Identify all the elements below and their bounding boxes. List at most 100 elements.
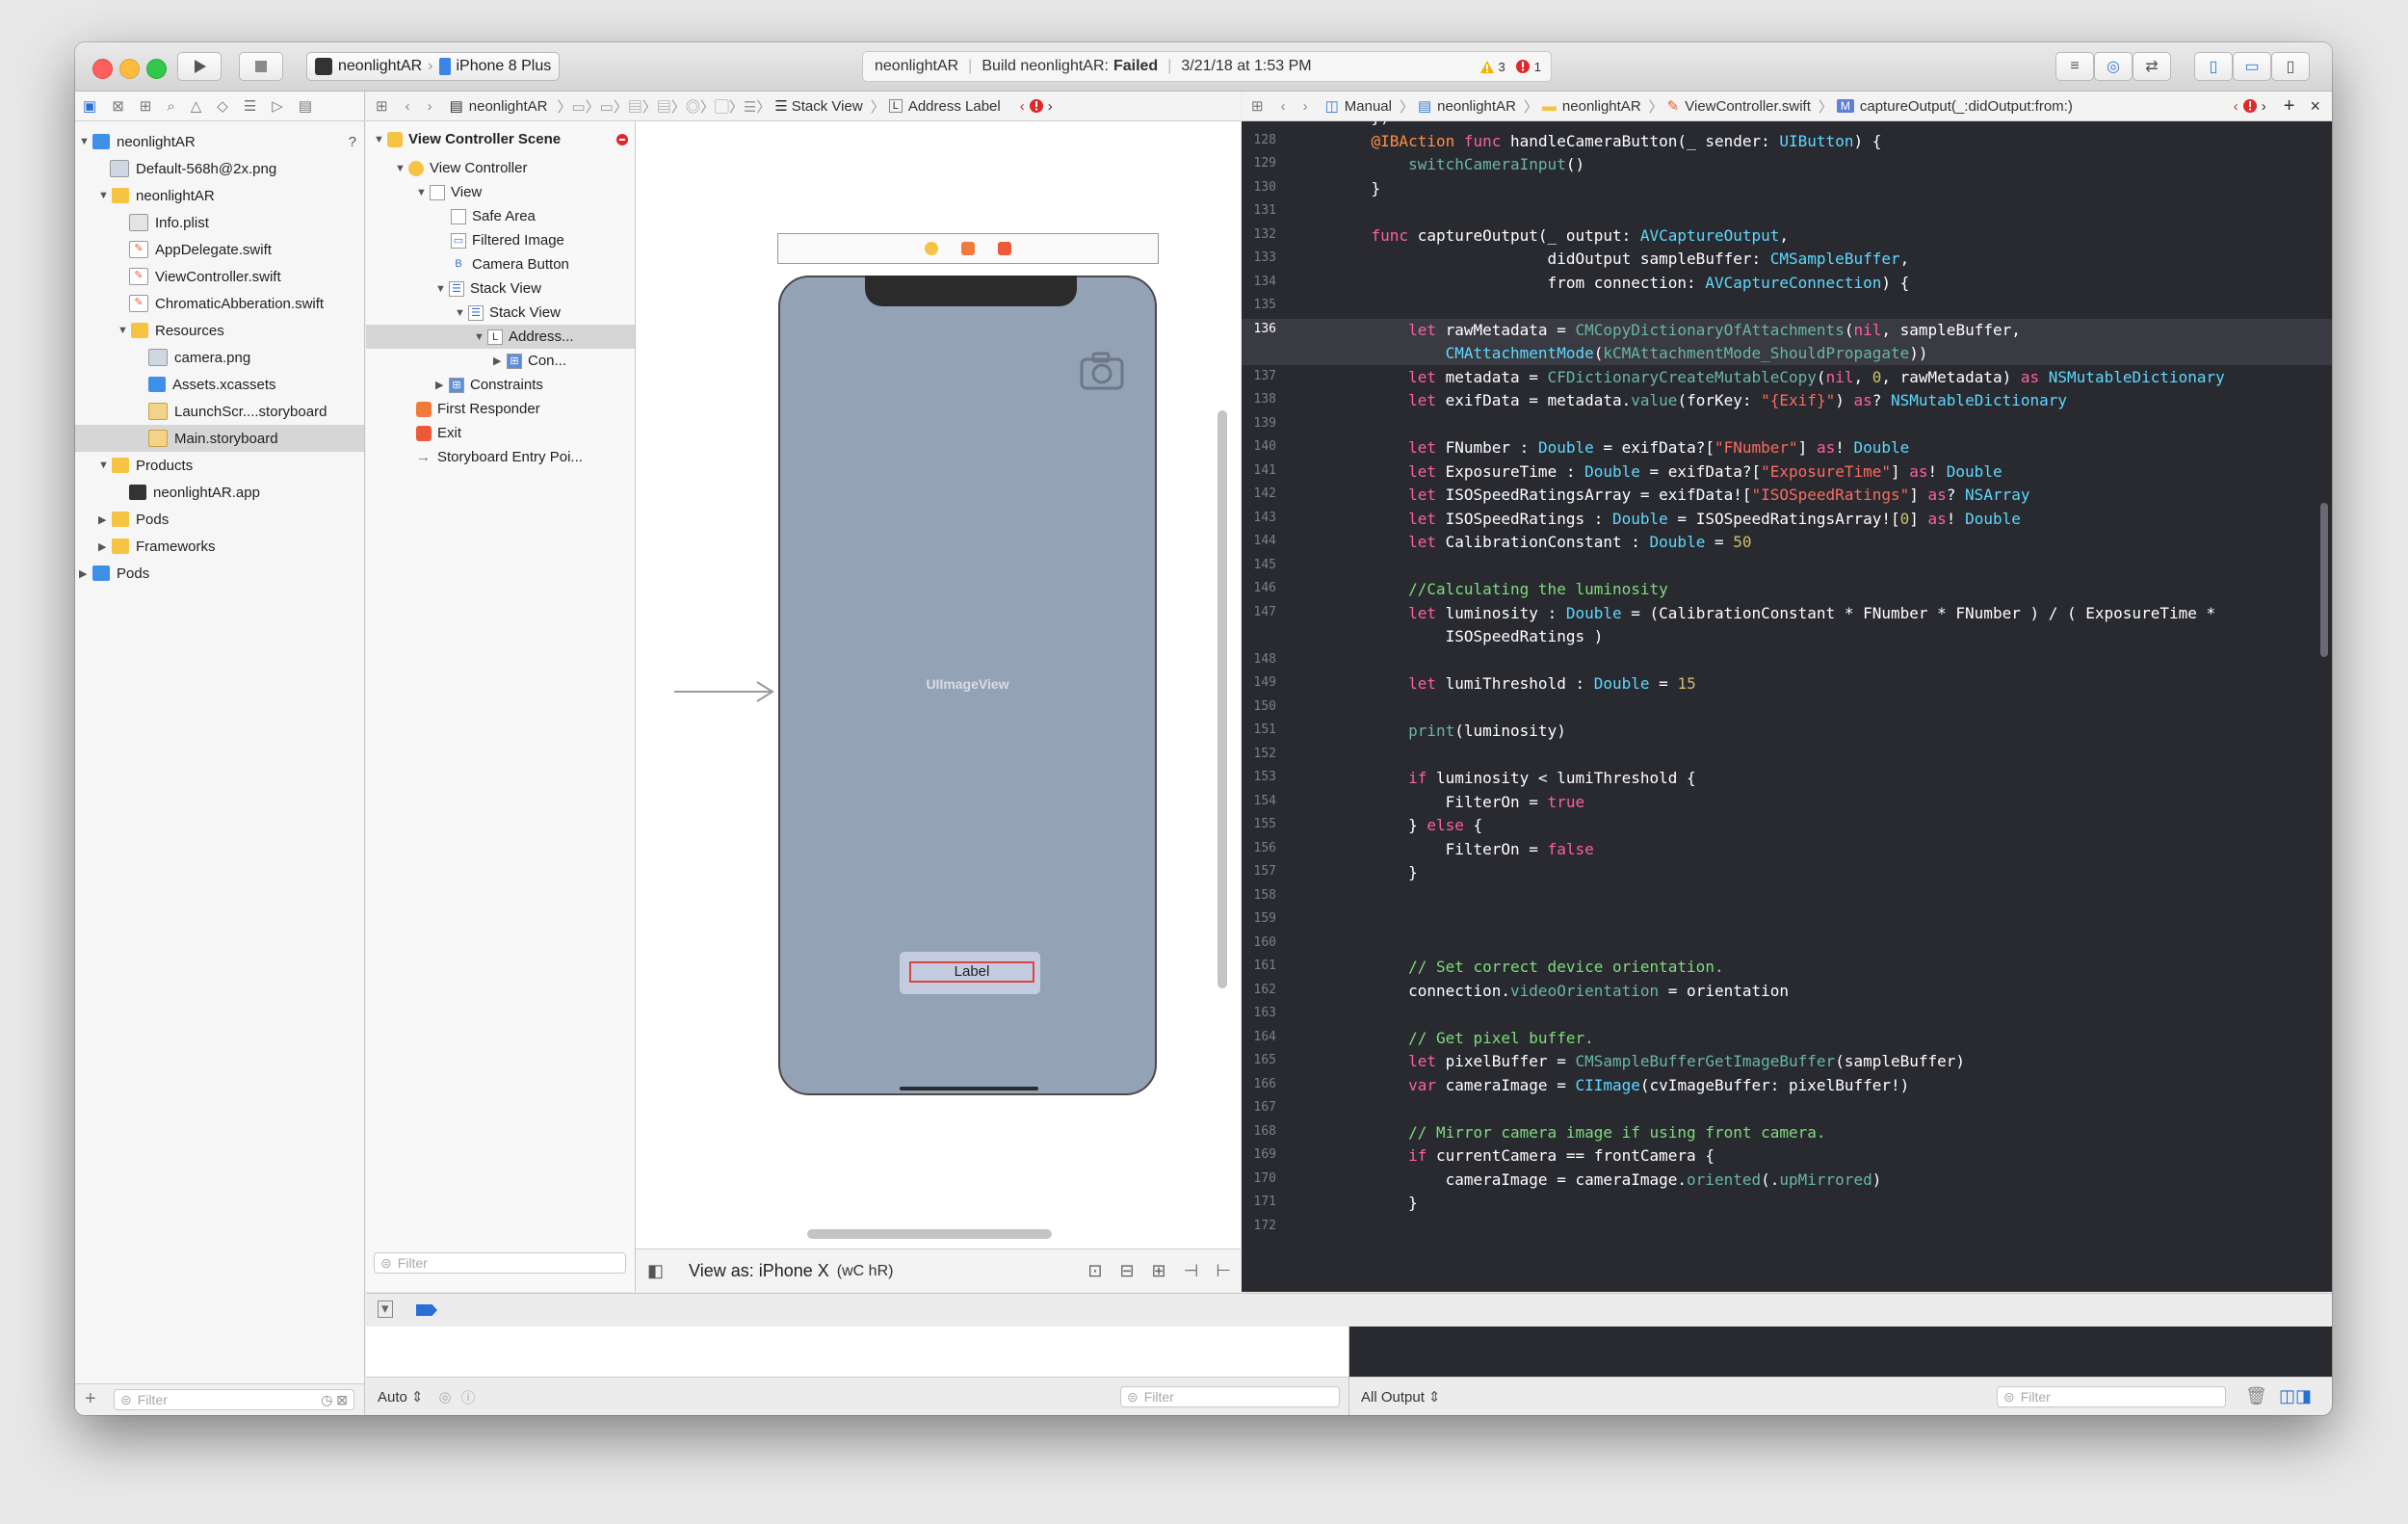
list-item[interactable]: ▼ Resources [75,317,406,344]
error-icon[interactable] [615,133,629,146]
console-output-select[interactable]: All Output [1361,1389,1425,1406]
issue-icon[interactable]: △ [191,97,202,115]
forward-icon[interactable]: › [428,98,432,115]
issue-nav-forward-icon[interactable]: › [2262,98,2266,115]
code-line[interactable]: 157 } [1242,861,2332,884]
list-item[interactable]: ▶ Pods [75,506,387,533]
code-line[interactable]: 168 // Mirror camera image if using fron… [1242,1121,2332,1144]
back-icon[interactable]: ‹ [406,98,410,115]
code-line[interactable]: 133 didOutput sampleBuffer: CMSampleBuff… [1242,248,2332,271]
breakpoint-icon[interactable]: ▷ [272,97,283,115]
code-line[interactable]: 129 switchCameraInput() [1242,153,2332,176]
version-editor-button[interactable]: ⇄ [2133,52,2171,81]
outline-row-selected[interactable]: ▼ L Address... [366,325,635,349]
disclosure-down-icon[interactable]: ▼ [455,307,468,319]
outline-row[interactable]: ▼ View Controller [395,156,527,180]
issue-nav-back-icon[interactable]: ‹ [2234,98,2238,115]
disclosure-down-icon[interactable]: ▼ [98,190,112,201]
related-items-icon[interactable]: ⊞ [1251,97,1264,115]
breakpoints-toggle-icon[interactable] [416,1304,437,1316]
add-editor-icon[interactable]: + [2284,95,2295,118]
code-line[interactable]: 152 [1242,744,2332,767]
outline-row[interactable]: ▶ ⊞ Con... [493,349,566,373]
code-line[interactable]: 136 let rawMetadata = CMCopyDictionaryOf… [1242,318,2332,342]
navigator-filter-field[interactable]: ⊜ Filter ◷ ⊠ [114,1389,354,1410]
horizontal-scrollbar[interactable] [807,1229,1052,1239]
toggle-debug-area-button[interactable]: ▭ [2233,52,2271,81]
breadcrumb-method[interactable]: captureOutput(_:didOutput:from:) [1860,98,2073,115]
resolve-issues-icon[interactable]: ⊢ [1216,1261,1231,1281]
split-view-icon[interactable]: ◫◨ [2279,1386,2312,1406]
find-icon[interactable]: ⌕ [167,98,174,115]
code-line[interactable]: 163 [1242,1003,2332,1026]
code-line[interactable]: CMAttachmentMode(kCMAttachmentMode_Shoul… [1242,342,2332,365]
iphone-x-view[interactable]: UIImageView Label [778,276,1157,1095]
code-line[interactable]: 160 [1242,933,2332,956]
editor-scrollbar[interactable] [2320,503,2328,657]
code-line[interactable]: 132 func captureOutput(_ output: AVCaptu… [1242,224,2332,248]
outline-row[interactable]: → Storyboard Entry Poi... [416,445,583,469]
code-line[interactable]: 139 [1242,413,2332,436]
folder-icon[interactable]: ▣ [83,97,96,115]
code-line[interactable]: 143 let ISOSpeedRatings : Double = ISOSp… [1242,508,2332,531]
outline-row[interactable]: ▼ ☰ Stack View [455,301,561,325]
view-controller-icon[interactable] [925,242,938,255]
run-button[interactable] [177,52,222,81]
report-icon[interactable]: ▤ [299,97,312,115]
source-editor[interactable]: 127 })128 @IBAction func handleCameraBut… [1242,121,2332,1292]
code-line[interactable]: 166 var cameraImage = CIImage(cvImageBuf… [1242,1074,2332,1097]
stop-button[interactable] [239,52,283,81]
test-icon[interactable]: ◇ [217,97,228,115]
first-responder-icon[interactable] [961,242,975,255]
disclosure-down-icon[interactable]: ▼ [395,163,408,174]
interface-builder-canvas[interactable]: UIImageView Label ◧ View as: iPhone X (w… [636,121,1241,1293]
disclosure-down-icon[interactable]: ▼ [416,187,430,198]
view-as-device[interactable]: View as: iPhone X [689,1261,829,1281]
code-line[interactable]: 140 let FNumber : Double = exifData?["FN… [1242,436,2332,460]
assistant-editor-button[interactable]: ◎ [2094,52,2133,81]
scheme-selector[interactable]: neonlightAR › iPhone 8 Plus [306,52,561,81]
code-line[interactable]: 156 FilterOn = false [1242,838,2332,861]
disclosure-right-icon[interactable]: ▶ [435,379,449,391]
standard-editor-button[interactable]: ≡ [2055,52,2094,81]
disclosure-down-icon[interactable]: ▼ [98,460,112,471]
variables-scope-select[interactable]: Auto [378,1389,407,1406]
outline-row[interactable]: ▼ View [416,180,482,204]
outline-row[interactable]: Exit [416,421,461,445]
outline-row[interactable]: ▼ ☰ Stack View [435,276,541,301]
breadcrumb-address-label[interactable]: Address Label [908,98,1001,115]
recent-files-icon[interactable]: ◷ ⊠ [321,1392,348,1408]
close-window-button[interactable] [92,59,113,79]
code-line[interactable]: 146 //Calculating the luminosity [1242,578,2332,601]
breadcrumb-mode[interactable]: Manual [1345,98,1392,115]
breadcrumb-path-icons[interactable]: 〉▭〉▭〉▤〉▤〉◎〉▢〉☰〉 [558,96,772,117]
list-item[interactable]: ▶ Pods [75,560,368,587]
add-icon[interactable]: + [85,1388,96,1410]
toggle-utilities-button[interactable]: ▯ [2271,52,2310,81]
issue-nav-forward-icon[interactable]: › [1048,98,1053,115]
code-line[interactable]: 170 cameraImage = cameraImage.oriented(.… [1242,1169,2332,1192]
disclosure-right-icon[interactable]: ▶ [98,513,112,526]
list-item[interactable]: ▼ Products [75,452,387,479]
breadcrumb-stack-view[interactable]: Stack View [792,98,863,115]
related-items-icon[interactable]: ⊞ [376,97,388,115]
source-control-icon[interactable]: ⊠ [112,97,124,115]
code-line[interactable]: 137 let metadata = CFDictionaryCreateMut… [1242,366,2332,389]
pin-icon[interactable]: ⊣ [1184,1261,1199,1281]
code-line[interactable]: 159 [1242,908,2332,932]
code-line[interactable]: 131 [1242,200,2332,223]
code-line[interactable]: 138 let exifData = metadata.value(forKey… [1242,389,2332,412]
code-line[interactable]: 154 FilterOn = true [1242,791,2332,814]
outline-row[interactable]: ▶ ⊞ Constraints [435,373,543,397]
outline-filter-field[interactable]: ⊜ Filter [374,1252,626,1274]
code-line[interactable]: 127 }) [1242,121,2332,129]
code-line[interactable]: 130 } [1242,177,2332,200]
code-line[interactable]: 153 if luminosity < lumiThreshold { [1242,767,2332,790]
code-line[interactable]: 162 connection.videoOrientation = orient… [1242,980,2332,1003]
toggle-outline-icon[interactable]: ◧ [647,1261,664,1281]
variables-filter-field[interactable]: ⊜ Filter [1120,1386,1340,1407]
debug-icon[interactable]: ☰ [244,97,256,115]
outline-row[interactable]: First Responder [416,397,540,421]
code-line[interactable]: 128 @IBAction func handleCameraButton(_ … [1242,130,2332,153]
update-frames-icon[interactable]: ⊡ [1087,1261,1102,1281]
